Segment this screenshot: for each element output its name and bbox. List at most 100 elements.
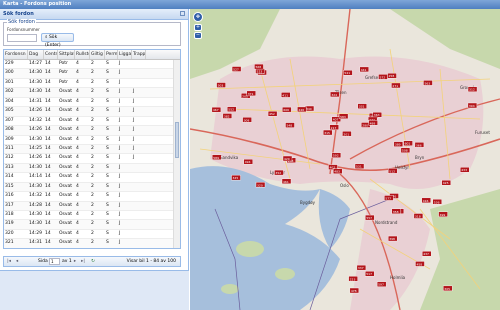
refresh-icon[interactable]: ↻ bbox=[90, 258, 96, 265]
table-cell: Osvat bbox=[59, 127, 73, 133]
table-cell: 14:30 bbox=[29, 79, 42, 85]
column-header[interactable]: Dag bbox=[28, 50, 44, 59]
table-cell: 4 bbox=[76, 174, 79, 180]
table-row[interactable]: 304 14:31 14 Osvat 4 2 S J J bbox=[4, 98, 173, 108]
column-header[interactable]: Liggar bbox=[118, 50, 132, 59]
table-cell: 2 bbox=[91, 136, 94, 142]
table-row[interactable]: 314 14:14 14 Osvat 4 2 S J bbox=[4, 173, 173, 183]
table-cell: 14:26 bbox=[29, 155, 42, 161]
table-cell: S bbox=[106, 221, 109, 227]
page-input[interactable]: 1 bbox=[49, 258, 60, 265]
vehicle-marker-label: 503 bbox=[218, 84, 224, 88]
vehicle-marker-label: 340 bbox=[306, 107, 312, 111]
table-row[interactable]: 318 14:30 14 Osvat 4 2 S J bbox=[4, 211, 173, 221]
column-header[interactable]: Central bbox=[44, 50, 58, 59]
place-label: Nordstrand bbox=[375, 220, 398, 225]
zoom-in-button[interactable]: + bbox=[194, 24, 202, 31]
vehicle-marker-label: 420 bbox=[284, 157, 290, 161]
table-row[interactable]: 315 14:30 14 Osvat 4 2 S J bbox=[4, 182, 173, 193]
table-row[interactable]: 309 14:30 14 Osvat 4 2 S J J bbox=[4, 136, 173, 145]
map-view[interactable]: OsloSandvikaLysakerGrefsenGrorudFurusetN… bbox=[190, 9, 500, 310]
column-header[interactable]: Giltig bbox=[90, 50, 105, 59]
column-header[interactable]: Trapp bbox=[132, 50, 146, 59]
table-row[interactable]: 312 14:26 14 Osvat 4 2 S J J bbox=[4, 154, 173, 164]
table-cell: J bbox=[119, 61, 121, 66]
vehicle-marker-label: 305 bbox=[444, 287, 450, 291]
table-row[interactable]: 317 14:28 14 Osvat 4 2 S J bbox=[4, 201, 173, 211]
table-cell: 319 bbox=[5, 221, 14, 227]
table-cell: 2 bbox=[91, 202, 94, 208]
map-canvas[interactable]: OsloSandvikaLysakerGrefsenGrorudFurusetN… bbox=[190, 9, 500, 310]
column-header[interactable]: Perm bbox=[105, 50, 118, 59]
table-row[interactable]: 320 14:29 14 Osvat 4 2 S J bbox=[4, 230, 173, 240]
table-row[interactable]: 229 14:27 14 Potr 4 2 S J bbox=[4, 60, 173, 70]
table-row[interactable]: 300 14:30 14 Potr 4 2 S J bbox=[4, 69, 173, 79]
column-header[interactable]: Fordonsn #1 bbox=[4, 50, 28, 59]
paging-info: Visar bil 1 - 84 av 100 bbox=[126, 259, 176, 264]
vehicle-number-input[interactable] bbox=[7, 34, 37, 42]
scrollbar-thumb[interactable] bbox=[175, 122, 179, 158]
grid-scrollbar[interactable] bbox=[173, 60, 180, 248]
column-header[interactable]: Sittplats bbox=[58, 50, 75, 59]
table-cell: J bbox=[119, 89, 121, 95]
search-button[interactable]: ⌕ Sök (Enter) bbox=[41, 33, 74, 48]
page-label: Sida bbox=[38, 259, 48, 264]
table-cell: 4 bbox=[76, 89, 79, 95]
table-row[interactable]: 319 14:30 14 Osvat 4 2 S J bbox=[4, 220, 173, 230]
vehicle-marker-label: 312 bbox=[469, 88, 475, 92]
table-cell: J bbox=[133, 117, 135, 123]
vehicle-marker-label: 437 bbox=[423, 252, 429, 256]
table-cell: 14:31 bbox=[29, 98, 42, 104]
grid-body: 229 14:27 14 Potr 4 2 S J 300 14:30 14 Potr 4 2 S J 301 1… bbox=[4, 60, 173, 248]
table-cell: Osvat bbox=[59, 89, 73, 95]
table-cell bbox=[132, 173, 146, 181]
table-row[interactable]: 308 14:26 14 Osvat 4 2 S J J bbox=[4, 126, 173, 136]
vehicle-search-panel: Sök fordon Sök fordon Fordonsnummer ⌕ Sö… bbox=[0, 9, 189, 270]
table-cell bbox=[132, 79, 146, 87]
table-row[interactable]: 313 14:30 14 Osvat 4 2 S J bbox=[4, 163, 173, 174]
table-cell: 308 bbox=[5, 127, 14, 133]
next-page-icon[interactable]: ▸ bbox=[72, 258, 78, 265]
collapse-icon[interactable] bbox=[180, 11, 185, 16]
vehicle-marker-label: 309 bbox=[244, 118, 250, 122]
table-cell: 2 bbox=[91, 61, 94, 66]
table-cell: 300 bbox=[5, 70, 14, 76]
prev-page-icon[interactable]: ◂ bbox=[14, 258, 20, 265]
table-cell: Osvat bbox=[59, 183, 73, 189]
table-row[interactable]: 311 14:25 14 Osvat 4 2 S J J bbox=[4, 144, 173, 155]
last-page-icon[interactable]: ▸| bbox=[80, 258, 86, 265]
vehicle-marker-label: 512 bbox=[389, 169, 395, 173]
table-cell: Osvat bbox=[59, 164, 73, 170]
vehicle-marker-label: 345 bbox=[233, 176, 239, 180]
table-row[interactable]: 302 14:30 14 Osvat 4 2 S J J bbox=[4, 88, 173, 98]
search-fieldset: Sök fordon Fordonsnummer ⌕ Sök (Enter) bbox=[3, 19, 181, 48]
table-cell: Potr bbox=[59, 79, 68, 85]
table-cell: 14:30 bbox=[29, 89, 42, 95]
table-cell: 14:29 bbox=[29, 230, 42, 236]
table-cell: Osvat bbox=[59, 145, 73, 151]
table-cell: 14 bbox=[45, 98, 51, 104]
table-cell: S bbox=[106, 202, 109, 208]
vehicle-marker-label: 433 bbox=[461, 168, 467, 172]
pan-control-icon[interactable]: ✥ bbox=[193, 12, 203, 22]
table-cell: 14:28 bbox=[29, 202, 42, 208]
table-cell: 2 bbox=[91, 174, 94, 180]
zoom-out-button[interactable]: − bbox=[194, 32, 202, 39]
column-header[interactable]: Rullstol bbox=[75, 50, 90, 59]
table-row[interactable]: 301 14:30 14 Potr 4 2 S J bbox=[4, 79, 173, 89]
first-page-icon[interactable]: |◂ bbox=[6, 258, 12, 265]
table-cell: Osvat bbox=[59, 230, 73, 236]
table-cell: 4 bbox=[76, 212, 79, 217]
table-cell: 321 bbox=[5, 240, 14, 246]
table-row[interactable]: 321 14:31 14 Osvat 4 2 S J bbox=[4, 239, 173, 248]
table-row[interactable]: 305 14:26 14 Osvat 4 2 S J J bbox=[4, 107, 173, 117]
table-cell: Osvat bbox=[59, 240, 73, 246]
vehicle-marker-label: 583 bbox=[340, 115, 346, 119]
table-row[interactable]: 307 14:32 14 Osvat 4 2 S J J bbox=[4, 117, 173, 127]
table-row[interactable]: 316 14:32 14 Osvat 4 2 S J bbox=[4, 192, 173, 202]
table-cell: J bbox=[119, 155, 121, 161]
table-cell: J bbox=[133, 108, 135, 114]
vehicle-marker-label: 280 bbox=[362, 123, 368, 127]
vehicle-marker-label: 461 bbox=[283, 180, 289, 184]
table-cell: J bbox=[119, 127, 121, 133]
